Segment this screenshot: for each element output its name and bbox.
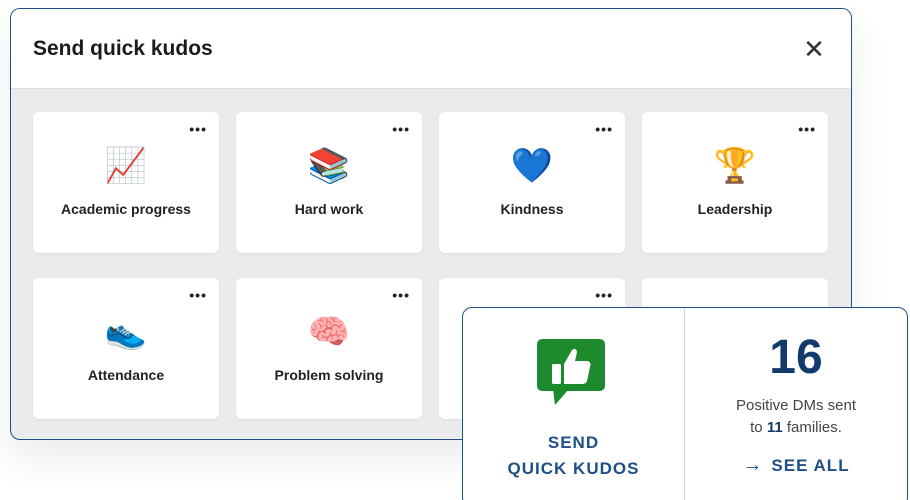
stat-suffix-text: families. (786, 419, 842, 436)
stat-description: Positive DMs sent to 11 families. (685, 395, 907, 439)
kudos-card-attendance[interactable]: ••• 👟 Attendance (33, 278, 219, 419)
modal-title: Send quick kudos (33, 36, 213, 60)
positive-dm-count: 16 (769, 331, 823, 384)
trophy-icon: 🏆 (713, 147, 757, 185)
more-options-icon[interactable]: ••• (189, 288, 207, 302)
more-options-icon[interactable]: ••• (392, 288, 410, 302)
more-options-icon[interactable]: ••• (798, 122, 816, 136)
kudos-card-kindness[interactable]: ••• 💙 Kindness (439, 112, 625, 253)
kudos-card-label: Kindness (500, 201, 564, 217)
kudos-card-problem-solving[interactable]: ••• 🧠 Problem solving (236, 278, 422, 419)
families-count: 11 (766, 419, 787, 436)
see-all-label: SEE ALL (771, 456, 850, 475)
blue-heart-icon: 💙 (510, 147, 554, 185)
chart-increasing-icon: 📈 (104, 147, 148, 185)
kudos-card-label: Hard work (294, 201, 364, 217)
books-icon: 📚 (307, 147, 351, 185)
kudos-card-academic-progress[interactable]: ••• 📈 Academic progress (33, 112, 219, 253)
send-label-line2: QUICK KUDOS (507, 459, 640, 478)
close-button[interactable]: ✕ (799, 34, 829, 64)
thumbs-up-speech-bubble-icon (537, 339, 605, 405)
kudos-card-label: Academic progress (61, 201, 191, 217)
more-options-icon[interactable]: ••• (189, 122, 207, 136)
kudos-card-label: Leadership (697, 201, 773, 217)
stat-line1: Positive DMs sent (735, 397, 857, 414)
see-all-link[interactable]: → SEE ALL (685, 454, 907, 477)
kudos-card-label: Attendance (87, 367, 165, 383)
send-label-line1: SEND (547, 433, 600, 452)
close-icon: ✕ (803, 33, 825, 64)
kudos-card-label: Problem solving (274, 367, 384, 383)
modal-header: Send quick kudos ✕ (11, 9, 851, 89)
more-options-icon[interactable]: ••• (595, 122, 613, 136)
sneaker-icon: 👟 (104, 313, 148, 351)
send-quick-kudos-button[interactable]: SEND QUICK KUDOS (463, 308, 685, 500)
brain-icon: 🧠 (307, 313, 351, 351)
send-quick-kudos-label: SEND QUICK KUDOS (463, 430, 684, 482)
stat-line2: to 11 families. (685, 417, 907, 439)
stage: Send quick kudos ✕ ••• 📈 Academic progre… (0, 0, 910, 500)
kudos-card-hard-work[interactable]: ••• 📚 Hard work (236, 112, 422, 253)
kudos-card-leadership[interactable]: ••• 🏆 Leadership (642, 112, 828, 253)
more-options-icon[interactable]: ••• (595, 288, 613, 302)
kudos-stats-card: SEND QUICK KUDOS 16 Positive DMs sent to… (462, 307, 908, 500)
more-options-icon[interactable]: ••• (392, 122, 410, 136)
arrow-right-icon: → (742, 454, 764, 476)
stat-to-text: to (750, 419, 763, 436)
dm-stats-panel: 16 Positive DMs sent to 11 families. → SE… (685, 308, 907, 500)
